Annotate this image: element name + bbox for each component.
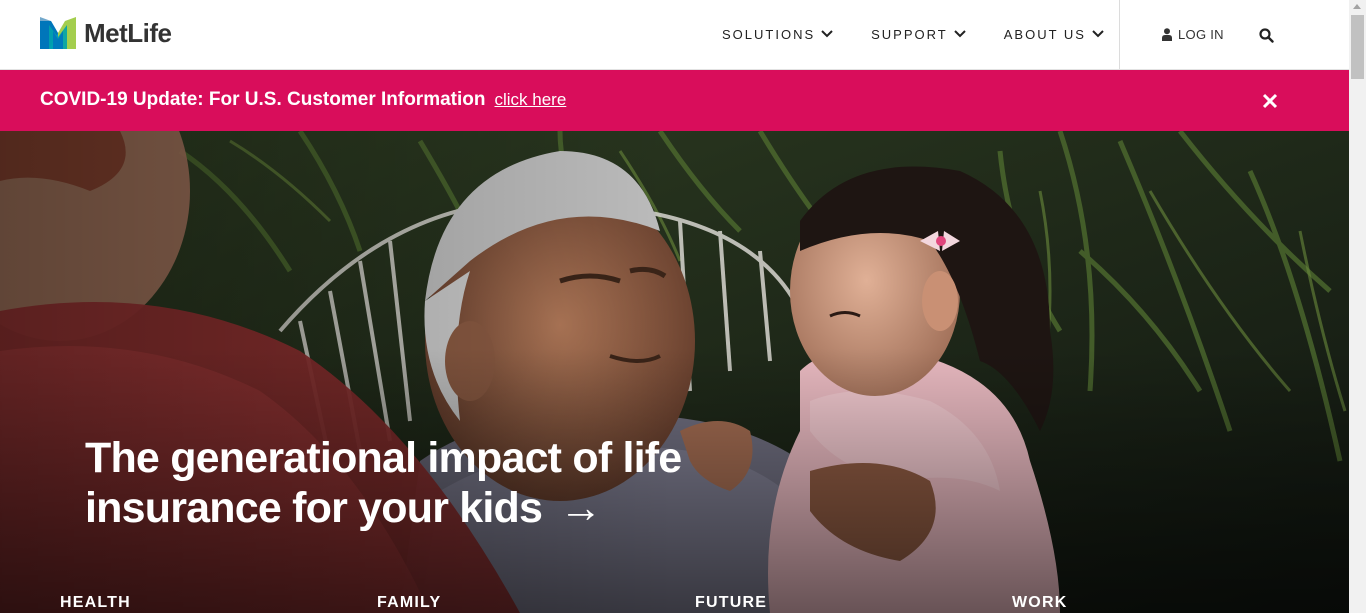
nav-support[interactable]: SUPPORT xyxy=(871,27,966,42)
category-family[interactable]: FAMILY xyxy=(377,594,441,612)
banner-text: COVID-19 Update: For U.S. Customer Infor… xyxy=(40,89,486,110)
hero-image xyxy=(0,131,1349,613)
banner-link[interactable]: click here xyxy=(494,90,566,110)
hero-headline-line2-wrap: insurance for your kids → xyxy=(85,483,725,533)
metlife-logo-mark-icon xyxy=(40,17,76,49)
logo-text: MetLife xyxy=(84,17,172,48)
scroll-up-arrow-icon[interactable] xyxy=(1353,4,1361,9)
chevron-down-icon xyxy=(821,30,833,38)
login-label: LOG IN xyxy=(1178,27,1224,42)
nav-about-us[interactable]: ABOUT US xyxy=(1004,27,1104,42)
nav-about-us-label: ABOUT US xyxy=(1003,26,1086,42)
nav-solutions[interactable]: SOLUTIONS xyxy=(722,27,833,42)
hero-headline-line1: The generational impact of life xyxy=(85,434,682,482)
nav-support-label: SUPPORT xyxy=(871,26,948,42)
arrow-right-icon: → xyxy=(559,484,602,532)
chevron-down-icon xyxy=(954,30,966,38)
banner-close-button[interactable] xyxy=(1262,93,1278,114)
hero-section: The generational impact of life insuranc… xyxy=(0,131,1349,613)
close-icon xyxy=(1262,93,1278,109)
nav-divider xyxy=(1119,0,1120,69)
metlife-logo[interactable]: MetLife xyxy=(40,17,172,49)
search-button[interactable] xyxy=(1259,28,1274,48)
main-nav: SOLUTIONS SUPPORT ABOUT US xyxy=(722,0,1142,68)
hero-headline-line2: insurance for your kids xyxy=(85,484,543,532)
scroll-thumb[interactable] xyxy=(1351,15,1364,79)
chevron-down-icon xyxy=(1092,30,1104,38)
search-icon xyxy=(1259,28,1274,43)
banner-message: COVID-19 Update: For U.S. Customer Infor… xyxy=(40,89,566,111)
login-button[interactable]: LOG IN xyxy=(1162,27,1224,42)
site-header: MetLife SOLUTIONS SUPPORT ABOUT US LOG I… xyxy=(0,0,1349,70)
nav-solutions-label: SOLUTIONS xyxy=(722,26,816,42)
category-health[interactable]: HEALTH xyxy=(60,594,131,612)
user-icon xyxy=(1162,28,1172,41)
hero-headline-link[interactable]: The generational impact of life insuranc… xyxy=(85,433,725,533)
covid-banner: COVID-19 Update: For U.S. Customer Infor… xyxy=(0,70,1349,131)
category-future[interactable]: FUTURE xyxy=(695,594,767,612)
page-scrollbar[interactable] xyxy=(1349,0,1366,613)
category-work[interactable]: WORK xyxy=(1012,594,1067,612)
